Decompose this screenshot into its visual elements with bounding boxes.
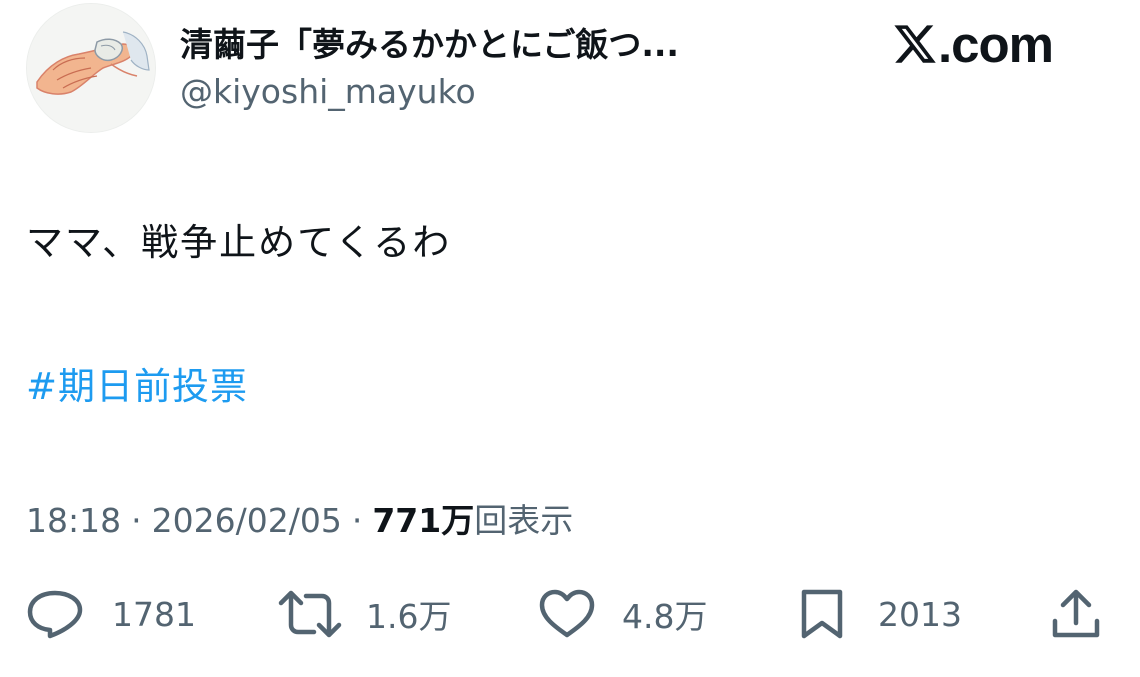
author-handle[interactable]: @kiyoshi_mayuko — [180, 72, 476, 111]
heart-icon — [539, 589, 595, 638]
like-button[interactable]: 4.8万 — [538, 584, 707, 644]
brand-mark: .com — [892, 14, 1054, 74]
hashtag-link[interactable]: #期日前投票 — [26, 356, 248, 410]
x-logo-icon — [894, 25, 936, 63]
tweet-card: 清繭子「夢みるかかとにご飯つ... @kiyoshi_mayuko .com マ… — [0, 0, 1140, 677]
like-count: 4.8万 — [622, 597, 708, 636]
bookmark-count: 2013 — [878, 594, 962, 634]
tweet-text: ママ、戦争止めてくるわ — [26, 221, 452, 264]
reply-count: 1781 — [112, 594, 196, 634]
brand-text: .com — [938, 15, 1054, 73]
author-display-name[interactable]: 清繭子「夢みるかかとにご飯つ... — [180, 18, 679, 66]
action-bar: 1781 1.6万 4.8万 2013 — [0, 584, 1140, 644]
tweet-date[interactable]: 2026/02/05 — [152, 501, 342, 540]
bookmark-button[interactable]: 2013 — [798, 584, 962, 644]
share-icon — [1052, 589, 1100, 638]
meta-separator: · — [351, 501, 363, 540]
repost-button[interactable]: 1.6万 — [278, 584, 451, 644]
share-button[interactable] — [1050, 584, 1102, 644]
meta-separator: · — [131, 501, 142, 540]
views-count[interactable]: 771万 — [372, 494, 474, 542]
repost-icon — [278, 590, 342, 638]
bookmark-icon — [801, 589, 843, 639]
repost-count: 1.6万 — [366, 597, 452, 636]
views-label: 回表示 — [474, 501, 574, 540]
reply-icon — [27, 590, 83, 639]
reply-button[interactable]: 1781 — [26, 584, 196, 644]
tweet-time[interactable]: 18:18 — [26, 501, 121, 540]
avatar[interactable] — [26, 3, 156, 133]
tweet-meta: 18:18 · 2026/02/05 · 771万 回表示 — [26, 494, 573, 542]
avatar-illustration-icon — [27, 4, 155, 132]
